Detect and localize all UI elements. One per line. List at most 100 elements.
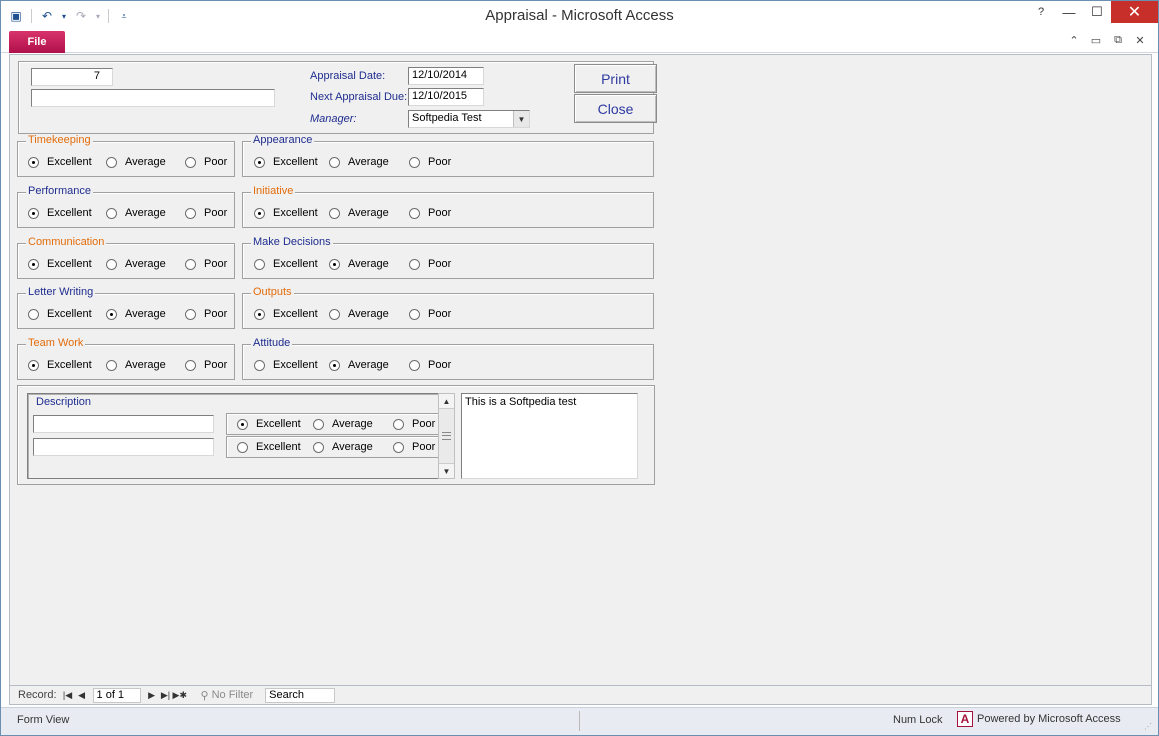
- radio-button[interactable]: [254, 359, 265, 371]
- option-excellent[interactable]: Excellent: [28, 359, 92, 371]
- maximize-icon[interactable]: ☐: [1083, 1, 1111, 23]
- option-poor[interactable]: Poor: [409, 207, 451, 219]
- option-average[interactable]: Average: [106, 308, 166, 320]
- radio-button[interactable]: [329, 258, 340, 270]
- minimize-icon[interactable]: —: [1055, 1, 1083, 23]
- option-excellent[interactable]: Excellent: [254, 359, 318, 371]
- radio-button[interactable]: [313, 441, 324, 453]
- radio-button[interactable]: [185, 156, 196, 168]
- option-average[interactable]: Average: [313, 418, 373, 430]
- option-average[interactable]: Average: [329, 207, 389, 219]
- option-average[interactable]: Average: [106, 258, 166, 270]
- option-excellent[interactable]: Excellent: [254, 207, 318, 219]
- manager-combo[interactable]: Softpedia Test ▼: [408, 110, 530, 128]
- first-record-icon[interactable]: |◀: [61, 690, 75, 701]
- close-window-icon[interactable]: ✕: [1111, 1, 1158, 23]
- previous-record-icon[interactable]: ◀: [75, 690, 89, 701]
- new-record-icon[interactable]: ▶✱: [173, 690, 187, 701]
- print-button[interactable]: Print: [574, 64, 657, 93]
- radio-button[interactable]: [106, 156, 117, 168]
- radio-button[interactable]: [28, 207, 39, 219]
- radio-button[interactable]: [409, 207, 420, 219]
- last-record-icon[interactable]: ▶|: [159, 690, 173, 701]
- option-excellent[interactable]: Excellent: [28, 258, 92, 270]
- option-poor[interactable]: Poor: [185, 156, 227, 168]
- option-excellent[interactable]: Excellent: [237, 418, 301, 430]
- next-record-icon[interactable]: ▶: [145, 690, 159, 701]
- help-icon[interactable]: ?: [1027, 1, 1055, 23]
- radio-button[interactable]: [329, 308, 340, 320]
- next-appraisal-due-field[interactable]: 12/10/2015: [408, 88, 484, 106]
- option-excellent[interactable]: Excellent: [254, 258, 318, 270]
- radio-button[interactable]: [254, 207, 265, 219]
- radio-button[interactable]: [106, 359, 117, 371]
- employee-name-field[interactable]: [31, 89, 275, 107]
- radio-button[interactable]: [185, 207, 196, 219]
- option-excellent[interactable]: Excellent: [254, 308, 318, 320]
- option-poor[interactable]: Poor: [185, 308, 227, 320]
- radio-button[interactable]: [409, 359, 420, 371]
- resize-grip-icon[interactable]: ⋰: [1144, 722, 1154, 732]
- radio-button[interactable]: [106, 308, 117, 320]
- radio-button[interactable]: [409, 156, 420, 168]
- option-poor[interactable]: Poor: [409, 359, 451, 371]
- chevron-down-icon[interactable]: ▼: [513, 111, 529, 127]
- radio-button[interactable]: [329, 156, 340, 168]
- doc-restore-icon[interactable]: ⧉: [1110, 34, 1126, 47]
- option-average[interactable]: Average: [329, 156, 389, 168]
- close-button[interactable]: Close: [574, 94, 657, 123]
- search-input[interactable]: Search: [265, 687, 336, 703]
- radio-button[interactable]: [237, 441, 248, 453]
- option-average[interactable]: Average: [329, 308, 389, 320]
- option-poor[interactable]: Poor: [409, 156, 451, 168]
- collapse-ribbon-icon[interactable]: ⌃: [1066, 34, 1082, 47]
- option-average[interactable]: Average: [106, 156, 166, 168]
- radio-button[interactable]: [237, 418, 248, 430]
- option-average[interactable]: Average: [106, 359, 166, 371]
- option-average[interactable]: Average: [106, 207, 166, 219]
- option-average[interactable]: Average: [329, 258, 389, 270]
- scroll-up-icon[interactable]: ▲: [439, 394, 454, 409]
- option-excellent[interactable]: Excellent: [28, 156, 92, 168]
- radio-button[interactable]: [393, 418, 404, 430]
- option-poor[interactable]: Poor: [409, 258, 451, 270]
- radio-button[interactable]: [185, 258, 196, 270]
- doc-minimize-icon[interactable]: ▭: [1088, 34, 1104, 47]
- radio-button[interactable]: [254, 258, 265, 270]
- radio-button[interactable]: [329, 207, 340, 219]
- radio-button[interactable]: [106, 207, 117, 219]
- appraisal-id-field[interactable]: 7: [31, 68, 113, 86]
- radio-button[interactable]: [28, 308, 39, 320]
- doc-close-icon[interactable]: ✕: [1132, 34, 1148, 47]
- radio-button[interactable]: [28, 156, 39, 168]
- current-record-field[interactable]: 1 of 1: [92, 687, 141, 703]
- file-tab[interactable]: File: [9, 31, 65, 53]
- radio-button[interactable]: [393, 441, 404, 453]
- scroll-down-icon[interactable]: ▼: [439, 463, 454, 478]
- description-field[interactable]: [33, 438, 214, 456]
- option-poor[interactable]: Poor: [185, 258, 227, 270]
- option-average[interactable]: Average: [313, 441, 373, 453]
- radio-button[interactable]: [185, 308, 196, 320]
- option-average[interactable]: Average: [329, 359, 389, 371]
- scroll-thumb[interactable]: [442, 432, 451, 440]
- option-poor[interactable]: Poor: [185, 359, 227, 371]
- radio-button[interactable]: [409, 308, 420, 320]
- no-filter-toggle[interactable]: ⚲ No Filter: [201, 689, 254, 702]
- option-poor[interactable]: Poor: [393, 441, 435, 453]
- option-poor[interactable]: Poor: [393, 418, 435, 430]
- description-field[interactable]: [33, 415, 214, 433]
- appraisal-date-field[interactable]: 12/10/2014: [408, 67, 484, 85]
- option-poor[interactable]: Poor: [185, 207, 227, 219]
- comments-memo-field[interactable]: This is a Softpedia test: [461, 393, 638, 479]
- radio-button[interactable]: [185, 359, 196, 371]
- option-poor[interactable]: Poor: [409, 308, 451, 320]
- radio-button[interactable]: [313, 418, 324, 430]
- option-excellent[interactable]: Excellent: [28, 308, 92, 320]
- radio-button[interactable]: [409, 258, 420, 270]
- radio-button[interactable]: [254, 308, 265, 320]
- subform-scrollbar[interactable]: ▲ ▼: [438, 393, 455, 479]
- radio-button[interactable]: [28, 359, 39, 371]
- radio-button[interactable]: [254, 156, 265, 168]
- option-excellent[interactable]: Excellent: [28, 207, 92, 219]
